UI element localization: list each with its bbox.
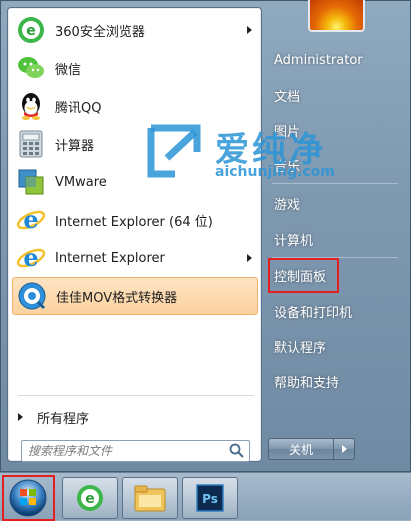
divider [18, 395, 254, 396]
program-label: Internet Explorer (64 位) [55, 214, 213, 230]
photoshop-icon: Ps [196, 484, 224, 512]
right-item-devices-printers[interactable]: 设备和打印机 [268, 298, 403, 324]
item-label: 游戏 [274, 197, 301, 213]
program-360-browser[interactable]: e 360安全浏览器 [12, 11, 258, 49]
wechat-icon [18, 57, 44, 78]
all-programs-label: 所有程序 [37, 411, 90, 427]
programs-pane: e 360安全浏览器 微信 腾讯QQ 计算器 VMware e Internet… [7, 7, 262, 462]
folder-icon [134, 485, 166, 512]
submenu-arrow-icon[interactable] [247, 26, 252, 34]
program-mov-converter[interactable]: 佳佳MOV格式转换器 [12, 277, 258, 315]
program-qq[interactable]: 腾讯QQ [12, 87, 258, 125]
shutdown-label: 关机 [288, 442, 313, 457]
program-label: 微信 [55, 62, 82, 78]
right-item-default-programs[interactable]: 默认程序 [268, 333, 403, 359]
expand-arrow-icon [18, 413, 23, 421]
svg-text:Ps: Ps [202, 492, 218, 506]
highlight-box-start-button [2, 475, 55, 521]
ie-icon: e [16, 243, 46, 272]
all-programs-button[interactable]: 所有程序 [18, 403, 89, 431]
program-wechat[interactable]: 微信 [12, 49, 258, 87]
shutdown-options-button[interactable] [334, 438, 355, 460]
vmware-icon [18, 169, 44, 195]
item-label: 帮助和支持 [274, 375, 340, 391]
watermark-url: aichunjing.com [215, 164, 335, 180]
360-browser-icon: e [77, 485, 103, 511]
program-label: VMware [55, 174, 107, 190]
shutdown-button[interactable]: 关机 [268, 438, 334, 460]
calculator-icon [19, 130, 43, 158]
360-browser-icon: e [18, 17, 44, 43]
item-label: Administrator [274, 52, 363, 68]
svg-text:e: e [23, 243, 38, 272]
program-internet-explorer-64[interactable]: e Internet Explorer (64 位) [12, 201, 258, 239]
search-icon[interactable] [228, 442, 246, 460]
highlight-box-control-panel [268, 258, 339, 293]
taskbar-item-photoshop[interactable]: Ps [182, 477, 238, 519]
svg-text:e: e [26, 23, 36, 39]
search-box[interactable] [21, 440, 250, 462]
search-input[interactable] [22, 441, 228, 461]
taskbar-item-360-browser[interactable]: e [62, 477, 118, 519]
program-label: 腾讯QQ [55, 100, 102, 116]
chevron-right-icon [341, 445, 347, 453]
right-item-help-support[interactable]: 帮助和支持 [268, 368, 403, 394]
shutdown-control: 关机 [268, 438, 357, 460]
program-label: 佳佳MOV格式转换器 [56, 290, 178, 306]
program-label: 计算器 [55, 138, 95, 154]
program-label: Internet Explorer [55, 250, 165, 266]
ie-icon: e [16, 205, 46, 234]
taskbar-item-file-explorer[interactable] [122, 477, 178, 519]
svg-text:e: e [23, 205, 38, 234]
program-internet-explorer[interactable]: e Internet Explorer [12, 239, 258, 277]
item-label: 计算机 [274, 233, 314, 249]
qq-icon [22, 93, 40, 120]
user-picture[interactable] [308, 0, 365, 32]
right-item-documents[interactable]: 文档 [268, 82, 403, 108]
watermark-logo-icon [147, 124, 201, 178]
mov-converter-icon [18, 282, 46, 310]
submenu-arrow-icon[interactable] [247, 254, 252, 262]
taskbar: e Ps [0, 472, 411, 521]
program-label: 360安全浏览器 [55, 24, 145, 40]
right-item-games[interactable]: 游戏 [268, 190, 403, 216]
right-item-computer[interactable]: 计算机 [268, 226, 403, 252]
watermark: 爱纯净 aichunjing.com [145, 122, 370, 184]
item-label: 默认程序 [274, 340, 327, 356]
item-label: 设备和打印机 [274, 305, 353, 321]
svg-text:e: e [85, 491, 95, 507]
right-item-administrator[interactable]: Administrator [268, 47, 403, 73]
item-label: 文档 [274, 89, 301, 105]
